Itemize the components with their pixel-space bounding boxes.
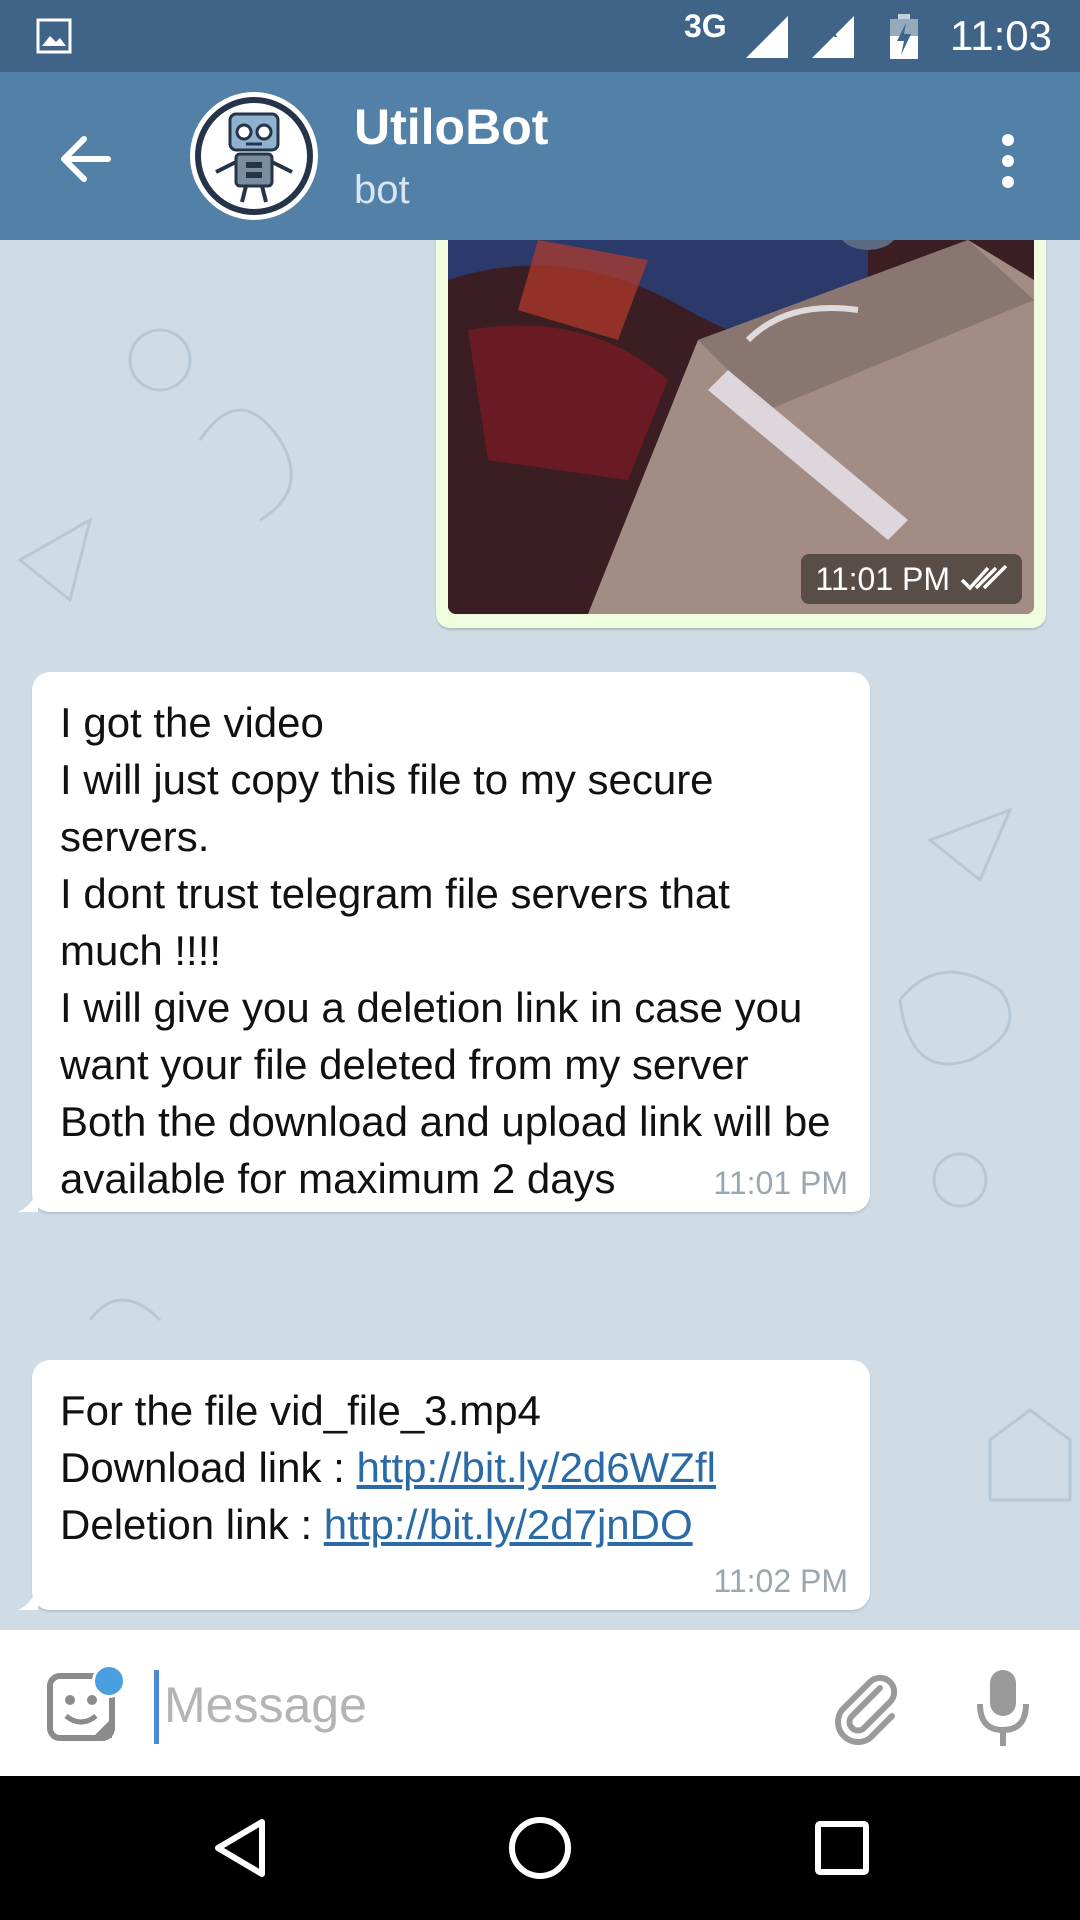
download-label: Download link : [60, 1444, 357, 1491]
file-line: For the file vid_file_3.mp4 [60, 1387, 541, 1434]
download-line: Download link : http://bit.ly/2d6WZfl [60, 1439, 842, 1496]
signal-icon [746, 16, 788, 58]
message-input[interactable] [162, 1664, 806, 1746]
chat-title[interactable]: UtiloBot [354, 98, 548, 156]
video-time-badge: 11:01 PM [801, 554, 1022, 604]
incoming-message[interactable]: For the file vid_file_3.mp4 Download lin… [18, 1360, 870, 1610]
bubble-tail [18, 1188, 38, 1212]
system-nav-bar [0, 1776, 1080, 1920]
message-text: For the file vid_file_3.mp4 Download lin… [32, 1360, 870, 1553]
chat-subtitle: bot [354, 168, 410, 212]
robot-avatar-icon [195, 97, 313, 215]
new-sticker-badge [92, 1664, 126, 1698]
double-check-icon [960, 564, 1008, 591]
more-vertical-icon[interactable] [990, 126, 1026, 196]
deletion-link[interactable]: http://bit.ly/2d7jnDO [324, 1501, 693, 1548]
deletion-line: Deletion link : http://bit.ly/2d7jnDO [60, 1496, 842, 1553]
back-arrow-icon[interactable] [50, 124, 120, 194]
battery-charging-icon [890, 14, 918, 59]
video-thumbnail[interactable]: 11:01 PM [448, 240, 1034, 614]
message-list[interactable]: 11:01 PM I got the video I will just cop… [0, 240, 1080, 1630]
message-input-bar [0, 1630, 1080, 1776]
download-link[interactable]: http://bit.ly/2d6WZfl [356, 1444, 715, 1491]
message-time: 11:01 PM [815, 561, 950, 597]
network-type: 3G [684, 8, 727, 44]
nav-home-icon[interactable] [504, 1812, 576, 1884]
status-bar: 3G R 11:03 [0, 0, 1080, 72]
message-text: I got the video I will just copy this fi… [60, 699, 831, 1202]
status-clock: 11:03 [950, 12, 1052, 59]
text-cursor [154, 1670, 159, 1744]
bot-avatar[interactable] [190, 92, 318, 220]
nav-back-icon[interactable] [210, 1816, 270, 1880]
image-notification-icon [36, 18, 72, 54]
message-time: 11:02 PM [713, 1563, 848, 1599]
deletion-label: Deletion link : [60, 1501, 324, 1548]
nav-recents-icon[interactable] [814, 1820, 870, 1876]
paperclip-icon[interactable] [826, 1666, 906, 1746]
screen: 3G R 11:03 UtiloBot bot 11:01 PM I got t… [0, 0, 1080, 1920]
microphone-icon[interactable] [972, 1666, 1034, 1750]
roaming-indicator: R [826, 24, 838, 41]
message-time: 11:01 PM [713, 1165, 848, 1201]
video-message[interactable]: 11:01 PM [436, 240, 1046, 628]
incoming-message[interactable]: I got the video I will just copy this fi… [18, 672, 870, 1212]
bubble-tail [18, 1586, 38, 1610]
chat-header: UtiloBot bot [0, 72, 1080, 240]
